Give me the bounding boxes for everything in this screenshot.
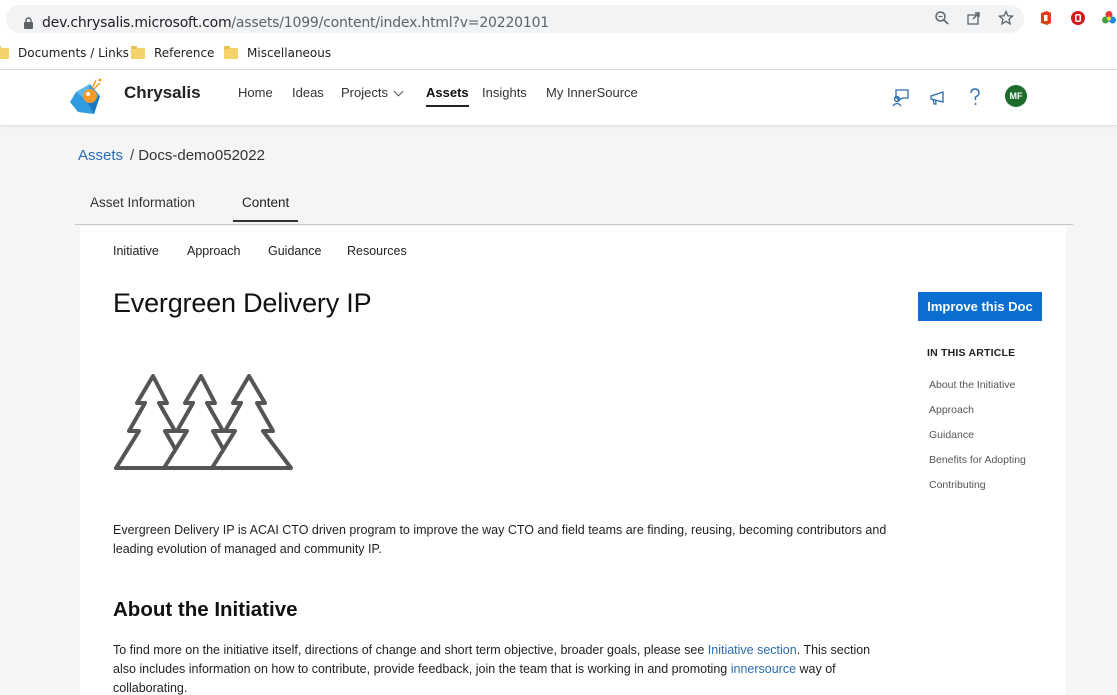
toc-item-contributing[interactable]: Contributing [929,479,986,491]
breadcrumb: Assets / Docs-demo052022 [78,147,265,164]
tab-content[interactable]: Content [232,195,299,222]
toc-heading: IN THIS ARTICLE [927,347,1016,359]
content-panel: Initiative Approach Guidance Resources E… [80,226,1066,695]
toc-item-guidance[interactable]: Guidance [929,429,974,441]
feedback-icon[interactable] [890,86,912,108]
subnav-guidance[interactable]: Guidance [268,244,322,258]
url-field[interactable]: dev.chrysalis.microsoft.com/assets/1099/… [6,5,1024,33]
toc-item-benefits[interactable]: Benefits for Adopting [929,454,1026,466]
breadcrumb-current: Docs-demo052022 [138,147,265,164]
help-icon[interactable] [964,86,986,108]
initiative-section-link[interactable]: Initiative section [708,643,797,657]
nav-ideas[interactable]: Ideas [292,85,324,100]
nav-home[interactable]: Home [238,85,273,100]
chevron-down-icon [393,86,404,97]
tab-asset-information[interactable]: Asset Information [90,195,195,210]
nav-my-innersource[interactable]: My InnerSource [546,85,638,100]
lock-icon [24,17,33,29]
folder-icon [224,45,238,59]
page-title: Evergreen Delivery IP [113,288,372,318]
improve-doc-button[interactable]: Improve this Doc [918,292,1042,321]
nav-assets[interactable]: Assets [426,85,469,107]
toc-item-approach[interactable]: Approach [929,404,974,416]
zoom-icon[interactable] [934,10,950,26]
asset-tabs: Asset Information Content [75,187,1073,225]
browser-address-bar: dev.chrysalis.microsoft.com/assets/1099/… [0,0,1117,38]
bookmark-documents-links[interactable]: Documents / Links [0,43,129,63]
bookmark-label: Reference [154,46,215,60]
subnav-initiative[interactable]: Initiative [113,244,159,258]
breadcrumb-assets-link[interactable]: Assets [78,147,123,164]
subnav-approach[interactable]: Approach [187,244,241,258]
nav-insights[interactable]: Insights [482,85,527,100]
nav-projects-label: Projects [341,85,388,100]
about-text-1: To find more on the initiative itself, d… [113,643,708,657]
brand-name[interactable]: Chrysalis [124,83,201,103]
bookmark-reference[interactable]: Reference [131,43,214,63]
bookmarks-bar: Documents / Links Reference Miscellaneou… [0,38,1117,70]
section-heading-about: About the Initiative [113,598,298,621]
share-icon[interactable] [966,10,982,26]
avatar[interactable]: MF [1005,85,1027,107]
toc-item-about[interactable]: About the Initiative [929,379,1015,391]
announcement-icon[interactable] [927,86,949,108]
office-extension-icon[interactable] [1038,10,1054,26]
folder-icon [131,45,145,59]
about-paragraph: To find more on the initiative itself, d… [113,641,893,695]
bookmark-miscellaneous[interactable]: Miscellaneous [224,43,331,63]
subnav-resources[interactable]: Resources [347,244,407,258]
adblock-extension-icon[interactable] [1070,10,1086,26]
innersource-link[interactable]: innersource [731,662,796,676]
chrysalis-logo-icon[interactable] [66,74,108,120]
folder-icon [0,45,9,59]
intro-paragraph: Evergreen Delivery IP is ACAI CTO driven… [113,523,887,556]
bookmark-label: Miscellaneous [247,46,332,60]
nav-projects[interactable]: Projects [341,85,404,100]
bookmark-label: Documents / Links [18,46,129,60]
evergreen-trees-icon [114,374,293,470]
url-text: dev.chrysalis.microsoft.com/assets/1099/… [42,15,549,31]
app-header: Chrysalis Home Ideas Projects Assets Ins… [0,70,1117,126]
color-extension-icon[interactable] [1101,10,1117,26]
breadcrumb-separator: / [130,147,135,164]
bookmark-star-icon[interactable] [998,10,1014,26]
